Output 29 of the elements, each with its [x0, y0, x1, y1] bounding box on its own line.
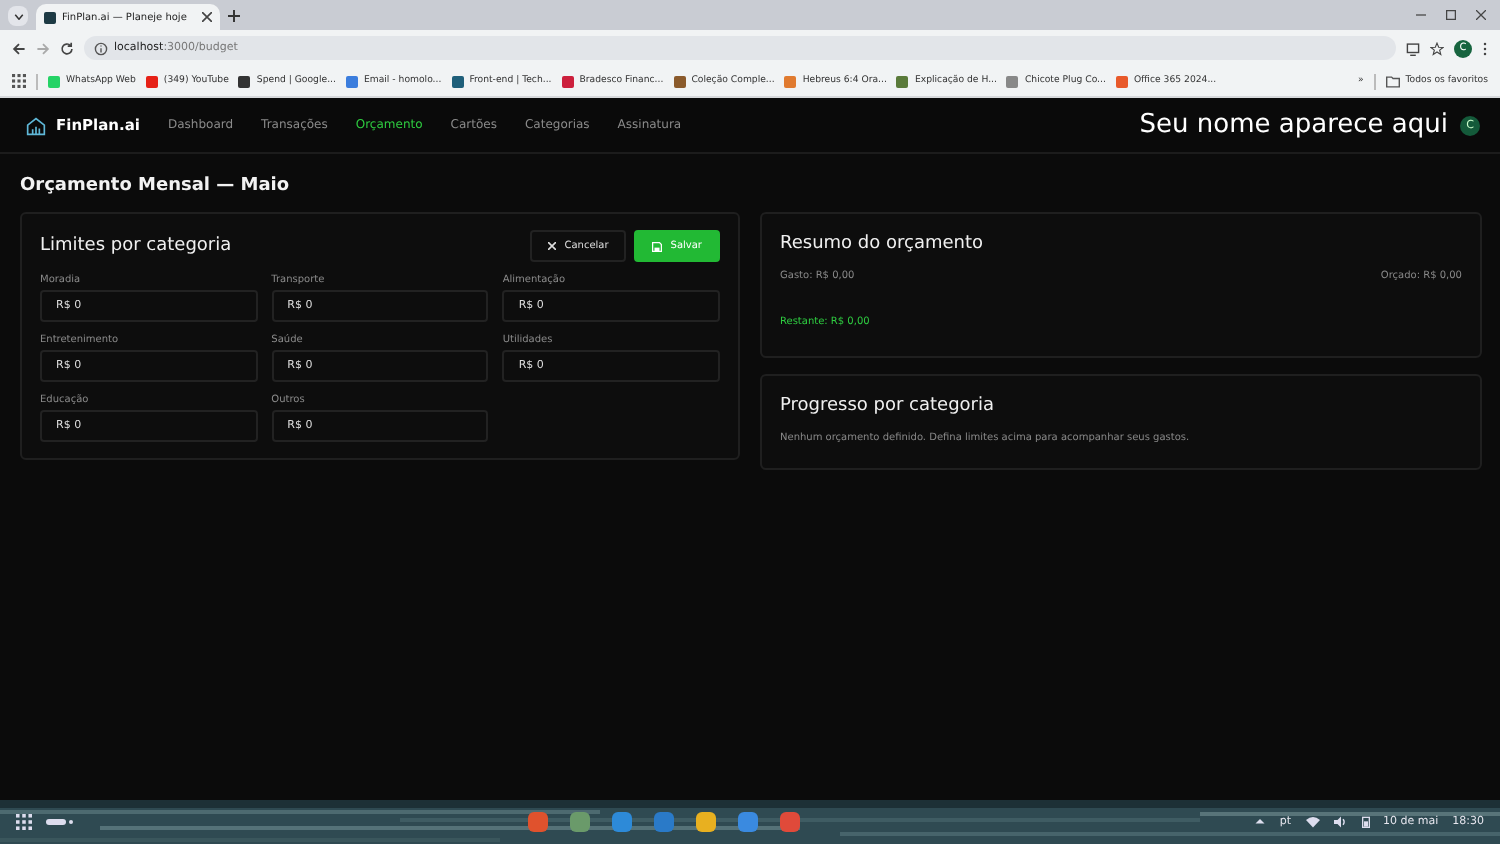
app-favicon-icon — [44, 11, 56, 23]
wifi-icon[interactable] — [1305, 816, 1319, 828]
folder-icon — [1385, 75, 1400, 87]
new-tab-icon[interactable] — [228, 10, 240, 22]
close-tab-icon[interactable] — [202, 12, 212, 22]
chart-house-logo-icon — [26, 115, 46, 135]
minimize-icon[interactable] — [1416, 10, 1426, 20]
volume-icon[interactable] — [1333, 816, 1347, 828]
apps-grid-icon[interactable] — [12, 74, 26, 88]
card-title: Progresso por categoria — [780, 396, 997, 416]
card-title: Limites por categoria — [40, 236, 232, 256]
close-icon — [548, 242, 557, 250]
star-icon[interactable] — [1430, 41, 1444, 55]
caret-icon — [13, 13, 23, 19]
menu-icon[interactable] — [1482, 41, 1488, 55]
battery-icon[interactable] — [1361, 816, 1369, 828]
card-title: Resumo do orçamento — [780, 234, 986, 254]
close-icon[interactable] — [1476, 10, 1486, 20]
tab-search-button[interactable] — [8, 6, 28, 26]
page-title: Orçamento Mensal — Maio — [20, 176, 292, 196]
cast-icon[interactable] — [1406, 41, 1420, 55]
reload-icon[interactable] — [60, 41, 74, 55]
info-icon[interactable] — [94, 41, 108, 55]
launcher-grid-icon[interactable] — [16, 814, 32, 830]
save-icon — [652, 241, 663, 251]
back-icon[interactable] — [12, 41, 26, 55]
user-name: Seu nome aparece aqui — [1139, 110, 1448, 140]
maximize-icon[interactable] — [1446, 10, 1456, 20]
desk-switcher-icon[interactable] — [46, 818, 74, 826]
